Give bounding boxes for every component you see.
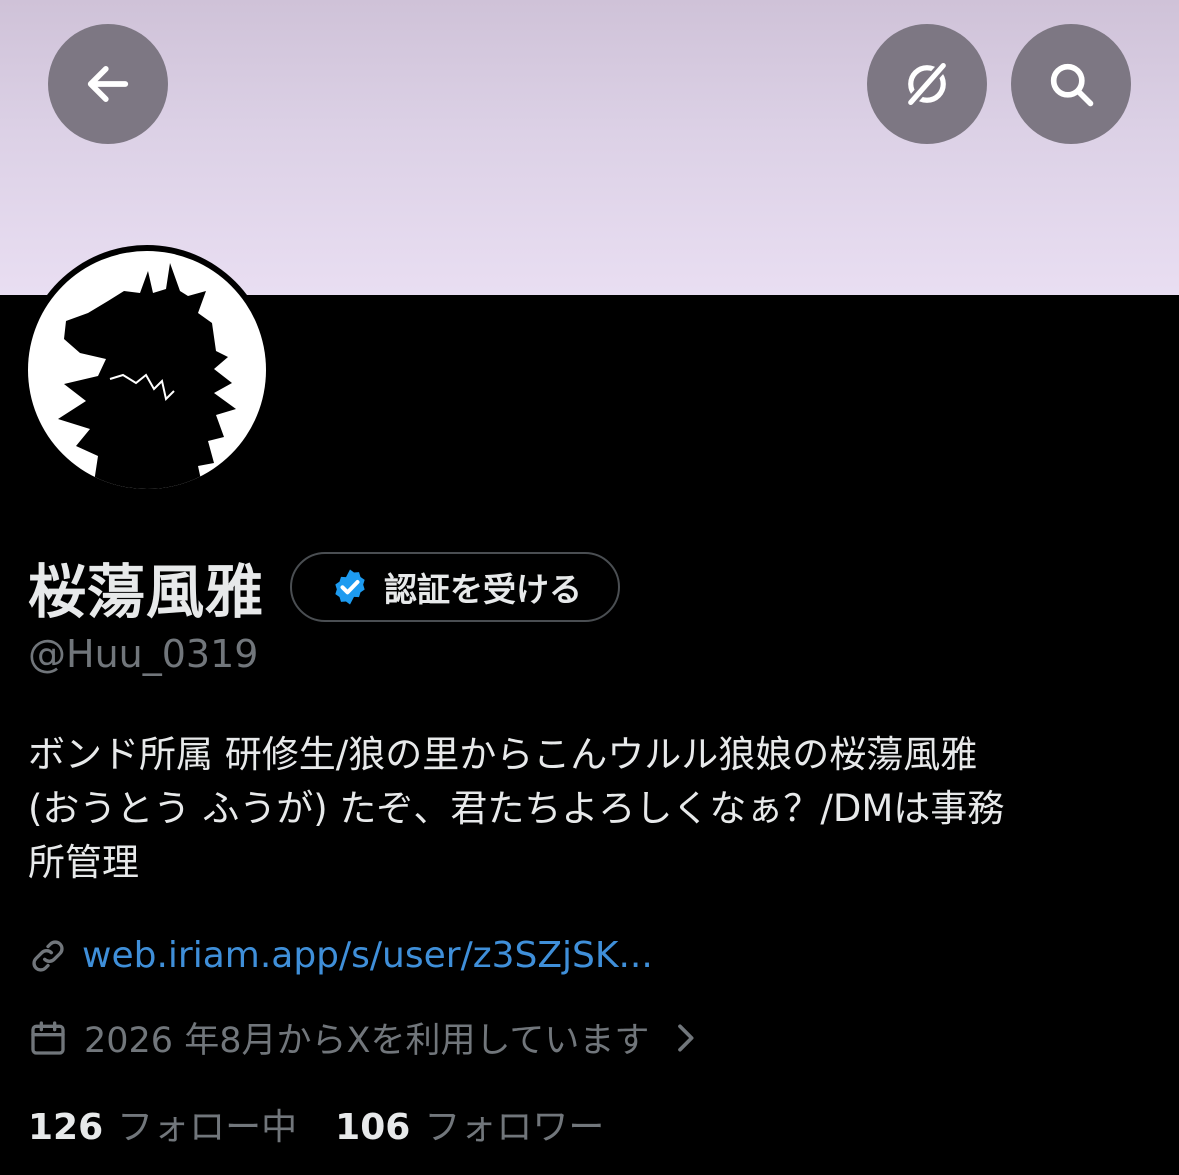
bio-line: 所管理 (28, 841, 139, 884)
bio-line: ボンド所属 研修生/狼の里からこんウルル狼娘の桜蕩風雅 (28, 733, 978, 776)
chevron-right-icon (678, 1023, 694, 1051)
grok-icon (905, 60, 949, 108)
arrow-left-icon (87, 66, 129, 102)
bio: ボンド所属 研修生/狼の里からこんウルル狼娘の桜蕩風雅 (おうとう ふうが) た… (28, 728, 1158, 890)
grok-button[interactable] (867, 24, 987, 144)
verified-badge-icon (335, 569, 365, 605)
link-icon (32, 939, 64, 972)
get-verified-label: 認証を受ける (384, 570, 583, 609)
following-count[interactable]: 126 (28, 1107, 103, 1148)
joined-date: 2026 年8月からXを利用しています (84, 1021, 650, 1061)
avatar[interactable] (22, 245, 272, 495)
calendar-icon (31, 1020, 65, 1055)
bio-line: (おうとう ふうが) たぞ、君たちよろしくなぁ？/DMは事務 (28, 787, 1005, 830)
followers-label[interactable]: フォロワー (424, 1098, 604, 1150)
following-label[interactable]: フォロー中 (117, 1098, 297, 1150)
display-name: 桜蕩風雅 (28, 558, 265, 626)
followers-count[interactable]: 106 (335, 1107, 410, 1148)
name-row: 桜蕩風雅 認証を受ける (28, 545, 621, 629)
search-icon (1050, 63, 1094, 107)
website-link[interactable]: web.iriam.app/s/user/z3SZjSK... (82, 935, 653, 976)
get-verified-button[interactable]: 認証を受ける (290, 552, 621, 622)
joined-row[interactable]: 2026 年8月からXを利用しています (28, 1012, 705, 1063)
search-button[interactable] (1011, 24, 1131, 144)
website-row: web.iriam.app/s/user/z3SZjSK... (28, 935, 653, 976)
back-button[interactable] (48, 24, 168, 144)
follow-stats: 126 フォロー中 106 フォロワー (28, 1098, 604, 1150)
user-handle: @Huu_0319 (28, 632, 259, 676)
wolf-silhouette-image (28, 251, 266, 489)
